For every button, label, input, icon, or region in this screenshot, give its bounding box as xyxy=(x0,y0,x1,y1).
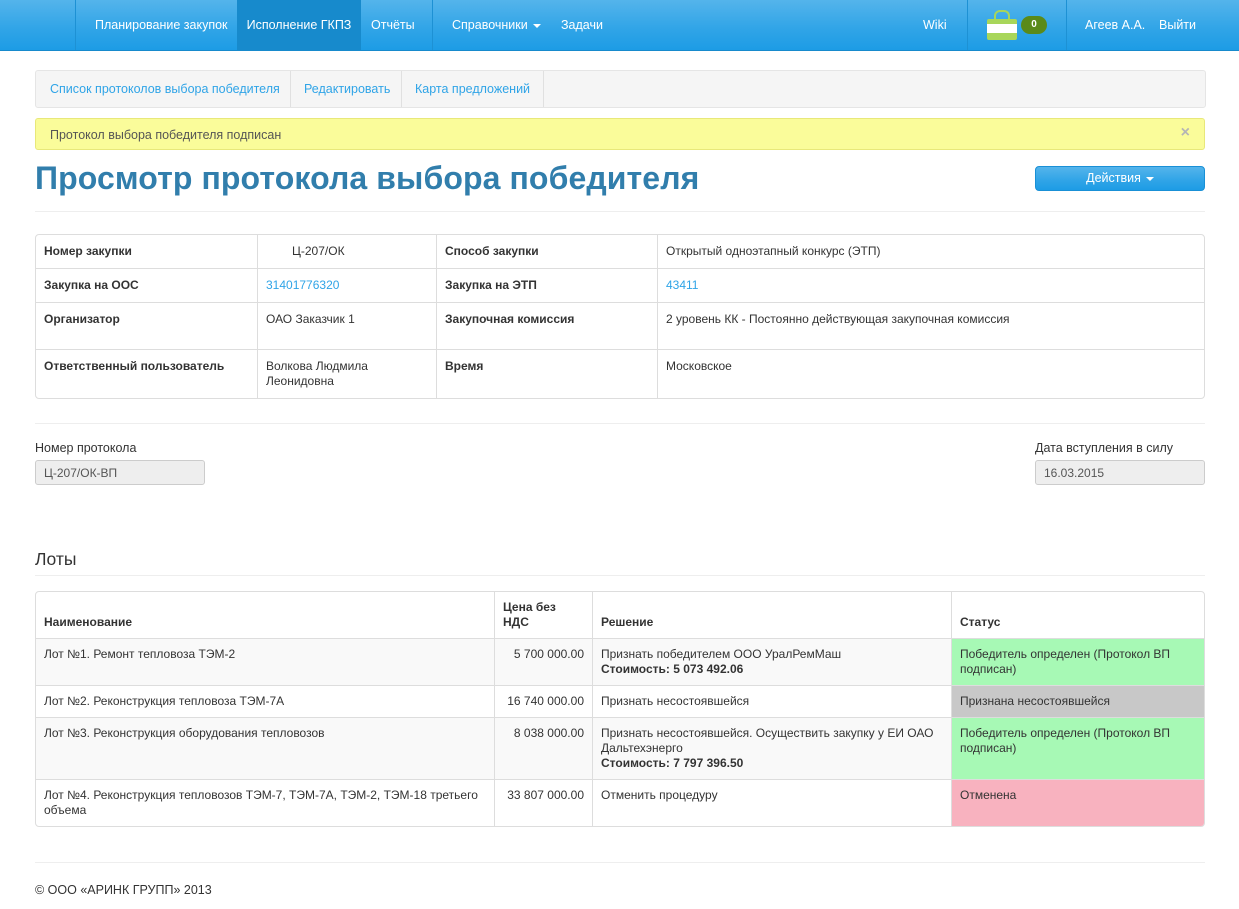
lot-decision-text: Признать несостоявшейся xyxy=(601,694,750,708)
subnav-divider xyxy=(401,71,402,107)
lot-decision-text: Признать победителем ООО УралРемМаш xyxy=(601,647,842,661)
protocol-number-label: Номер протокола xyxy=(35,441,137,455)
lot-decision: Признать несостоявшейся xyxy=(592,685,951,717)
responsible-value: Волкова Людмила Леонидовна xyxy=(257,349,436,398)
lot-cost: Стоимость: 5 073 492.06 xyxy=(601,662,744,676)
purchase-number-text: Ц-207/ОК xyxy=(292,244,345,258)
nav-references-label: Справочники xyxy=(452,18,528,32)
etp-link[interactable]: 43411 xyxy=(666,278,698,292)
chevron-down-icon xyxy=(1145,176,1154,181)
oos-label: Закупка на ООС xyxy=(36,268,257,302)
lot-decision: Признать победителем ООО УралРемМаш Стоим… xyxy=(592,638,951,685)
actions-button[interactable]: Действия xyxy=(1035,166,1205,191)
effective-date-field[interactable] xyxy=(1035,460,1205,485)
column-header-decision: Решение xyxy=(592,592,951,638)
cart-body xyxy=(987,19,1017,40)
chevron-down-icon xyxy=(532,23,541,28)
divider xyxy=(35,862,1205,863)
divider xyxy=(35,211,1205,212)
lots-table: Наименование Цена без НДС Решение Статус… xyxy=(35,591,1205,827)
subnav-divider xyxy=(290,71,291,107)
lot-price: 33 807 000.00 xyxy=(494,779,592,826)
nav-reports[interactable]: Отчёты xyxy=(371,0,415,50)
divider xyxy=(35,423,1205,424)
nav-execution[interactable]: Исполнение ГКПЗ xyxy=(237,0,361,50)
divider xyxy=(35,575,1205,576)
lot-name: Лот №1. Ремонт тепловоза ТЭМ-2 xyxy=(36,638,494,685)
table-row: Номер закупки Ц-207/ОК Способ закупки От… xyxy=(36,235,1204,268)
table-row: Лот №1. Ремонт тепловоза ТЭМ-2 5 700 000… xyxy=(36,638,1204,685)
lot-decision-text: Признать несостоявшейся. Осуществить зак… xyxy=(601,726,934,755)
subnav-divider xyxy=(543,71,544,107)
oos-value: 31401776320 xyxy=(257,268,436,302)
top-navbar: Планирование закупок Исполнение ГКПЗ Отч… xyxy=(0,0,1239,51)
alert-message: Протокол выбора победителя подписан xyxy=(50,128,282,142)
lot-status: Победитель определен (Протокол ВП подпис… xyxy=(951,638,1204,685)
time-label: Время xyxy=(436,349,657,398)
purchase-number-value: Ц-207/ОК xyxy=(257,235,436,268)
purchase-number-label: Номер закупки xyxy=(44,244,132,258)
lot-price: 8 038 000.00 xyxy=(494,717,592,779)
effective-date-label: Дата вступления в силу xyxy=(1035,441,1174,455)
nav-wiki[interactable]: Wiki xyxy=(923,0,947,50)
table-row: Ответственный пользователь Волкова Людми… xyxy=(36,349,1204,398)
logout-link[interactable]: Выйти xyxy=(1159,0,1196,50)
column-header-status: Статус xyxy=(951,592,1204,638)
cart-count-badge[interactable]: 0 xyxy=(1021,16,1047,34)
purchase-method-value: Открытый одноэтапный конкурс (ЭТП) xyxy=(657,235,1204,268)
etp-value: 43411 xyxy=(657,268,1204,302)
table-row: Лот №4. Реконструкция тепловозов ТЭМ-7, … xyxy=(36,779,1204,826)
commission-value: 2 уровень КК - Постоянно действующая зак… xyxy=(657,302,1204,349)
purchase-info-table: Номер закупки Ц-207/ОК Способ закупки От… xyxy=(35,234,1205,399)
lot-price: 5 700 000.00 xyxy=(494,638,592,685)
tab-offers-map[interactable]: Карта предложений xyxy=(415,71,530,107)
table-row: Закупка на ООС 31401776320 Закупка на ЭТ… xyxy=(36,268,1204,302)
lot-name: Лот №4. Реконструкция тепловозов ТЭМ-7, … xyxy=(36,779,494,826)
nav-tasks[interactable]: Задачи xyxy=(561,0,603,50)
actions-button-label: Действия xyxy=(1086,171,1141,185)
responsible-label: Ответственный пользователь xyxy=(36,349,257,398)
table-header-row: Наименование Цена без НДС Решение Статус xyxy=(36,592,1204,638)
user-name[interactable]: Агеев А.А. xyxy=(1085,0,1145,50)
footer-copyright: © ООО «АРИНК ГРУПП» 2013 xyxy=(35,883,212,897)
lots-heading: Лоты xyxy=(35,549,77,569)
column-header-name: Наименование xyxy=(44,615,133,629)
subnav-tabs: Список протоколов выбора победителя Реда… xyxy=(35,70,1206,108)
nav-divider xyxy=(1066,0,1067,50)
purchase-method-label: Способ закупки xyxy=(436,235,657,268)
etp-label: Закупка на ЭТП xyxy=(436,268,657,302)
cart-icon[interactable] xyxy=(986,10,1018,40)
lot-cost: Стоимость: 7 797 396.50 xyxy=(601,756,744,770)
lot-decision: Отменить процедуру xyxy=(592,779,951,826)
organizer-label: Организатор xyxy=(36,302,257,349)
nav-divider xyxy=(75,0,76,50)
nav-planning[interactable]: Планирование закупок xyxy=(95,0,228,50)
column-header-price: Цена без НДС xyxy=(494,592,592,638)
table-row: Лот №3. Реконструкция оборудования тепло… xyxy=(36,717,1204,779)
table-row: Лот №2. Реконструкция тепловоза ТЭМ-7А 1… xyxy=(36,685,1204,717)
success-alert: Протокол выбора победителя подписан × xyxy=(35,118,1205,150)
protocol-number-field[interactable] xyxy=(35,460,205,485)
page-title: Просмотр протокола выбора победителя xyxy=(35,160,700,196)
nav-divider xyxy=(967,0,968,50)
lot-decision: Признать несостоявшейся. Осуществить зак… xyxy=(592,717,951,779)
lot-status: Победитель определен (Протокол ВП подпис… xyxy=(951,717,1204,779)
nav-divider xyxy=(432,0,433,50)
oos-link[interactable]: 31401776320 xyxy=(266,278,339,292)
table-row: Организатор ОАО Заказчик 1 Закупочная ко… xyxy=(36,302,1204,349)
lot-name: Лот №2. Реконструкция тепловоза ТЭМ-7А xyxy=(36,685,494,717)
tab-edit[interactable]: Редактировать xyxy=(304,71,390,107)
organizer-value: ОАО Заказчик 1 xyxy=(257,302,436,349)
commission-label: Закупочная комиссия xyxy=(436,302,657,349)
tab-protocol-list[interactable]: Список протоколов выбора победителя xyxy=(50,71,280,107)
nav-references[interactable]: Справочники xyxy=(452,0,541,50)
lot-status: Признана несостоявшейся xyxy=(951,685,1204,717)
close-icon[interactable]: × xyxy=(1181,124,1190,142)
lot-price: 16 740 000.00 xyxy=(494,685,592,717)
lot-name: Лот №3. Реконструкция оборудования тепло… xyxy=(36,717,494,779)
lot-status: Отменена xyxy=(951,779,1204,826)
time-value: Московское xyxy=(657,349,1204,398)
lot-decision-text: Отменить процедуру xyxy=(601,788,718,802)
